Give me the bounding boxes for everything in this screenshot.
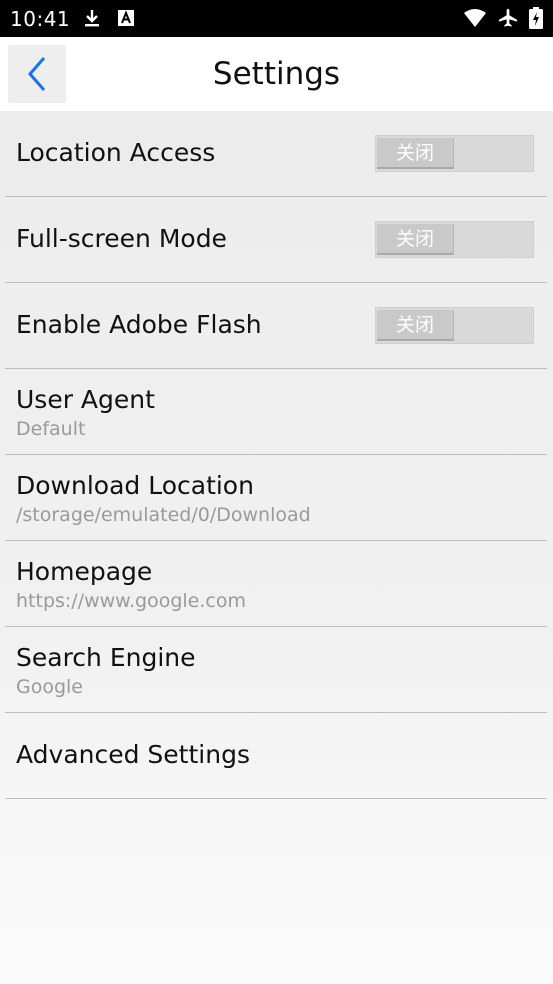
download-location-label: Download Location — [16, 471, 254, 500]
search-engine-value: Google — [16, 676, 84, 698]
settings-list: Location Access 关闭 Full-screen Mode 关闭 E… — [0, 111, 553, 984]
full-screen-row: Full-screen Mode 关闭 — [0, 197, 553, 283]
location-access-row: Location Access 关闭 — [0, 111, 553, 197]
download-location-row[interactable]: Download Location /storage/emulated/0/Do… — [0, 455, 553, 541]
divider — [5, 798, 547, 799]
toggle-knob: 关闭 — [377, 310, 454, 341]
full-screen-toggle[interactable]: 关闭 — [375, 221, 534, 258]
homepage-row[interactable]: Homepage https://www.google.com — [0, 541, 553, 627]
user-agent-value: Default — [16, 418, 86, 440]
search-engine-row[interactable]: Search Engine Google — [0, 627, 553, 713]
status-time: 10:41 — [10, 7, 71, 31]
toggle-knob: 关闭 — [377, 138, 454, 169]
toggle-knob: 关闭 — [377, 224, 454, 255]
homepage-label: Homepage — [16, 557, 153, 586]
app-header: Settings — [0, 37, 553, 111]
wifi-icon — [464, 9, 486, 27]
download-location-value: /storage/emulated/0/Download — [16, 504, 311, 526]
advanced-settings-label: Advanced Settings — [16, 740, 250, 769]
status-bar: 10:41 — [0, 0, 553, 37]
search-engine-label: Search Engine — [16, 643, 196, 672]
user-agent-row[interactable]: User Agent Default — [0, 369, 553, 455]
homepage-value: https://www.google.com — [16, 590, 246, 612]
adobe-flash-label: Enable Adobe Flash — [16, 310, 262, 339]
full-screen-label: Full-screen Mode — [16, 224, 227, 253]
adobe-flash-toggle[interactable]: 关闭 — [375, 307, 534, 344]
location-access-toggle[interactable]: 关闭 — [375, 135, 534, 172]
font-a-icon — [118, 10, 134, 26]
download-icon — [85, 10, 99, 27]
user-agent-label: User Agent — [16, 385, 155, 414]
page-title: Settings — [212, 56, 341, 92]
advanced-settings-row[interactable]: Advanced Settings — [0, 713, 553, 799]
battery-icon — [529, 7, 543, 29]
location-access-label: Location Access — [16, 138, 216, 167]
airplane-icon — [498, 8, 518, 27]
adobe-flash-row: Enable Adobe Flash 关闭 — [0, 283, 553, 369]
